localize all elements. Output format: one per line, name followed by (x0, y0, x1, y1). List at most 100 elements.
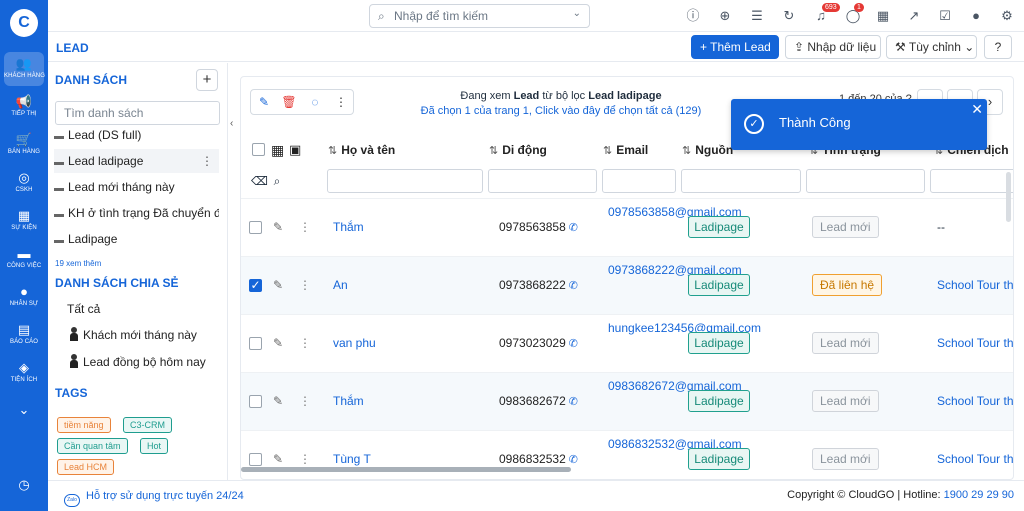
row-checkbox[interactable] (249, 337, 262, 350)
table-row[interactable]: ✓ ✎ ⋮ An 0973868222 ✆ 0973868222@gmail.com Ladi… (241, 256, 1013, 314)
filter-status-input[interactable] (806, 169, 925, 193)
calendar-icon[interactable]: ▦ (875, 8, 891, 24)
list-search-input[interactable] (55, 101, 220, 125)
drag-handle-icon[interactable]: ▬ (54, 203, 68, 225)
drag-handle-icon[interactable]: ▬ (54, 177, 68, 199)
table-row[interactable]: ✎ ⋮ Thắm 0983682672 ✆ 0983682672@gmail.com Lad… (241, 372, 1013, 430)
search-icon[interactable]: ⌕ (269, 173, 285, 189)
row-checkbox[interactable]: ✓ (249, 279, 262, 292)
status-badge[interactable]: Lead mới (812, 216, 879, 238)
more-vertical-icon[interactable]: ⋮ (299, 220, 311, 234)
refresh-icon[interactable]: ↻ (781, 8, 797, 24)
lead-name-link[interactable]: Thắm (333, 394, 364, 408)
list-item[interactable]: ▬ Lead ladipage ⋮ (54, 149, 219, 173)
help-button[interactable]: ? (984, 35, 1012, 59)
list-item[interactable]: ▬ KH ở tình trạng Đã chuyển đổi (54, 201, 219, 225)
filter-campaign-input[interactable] (930, 169, 1013, 193)
history-clock-icon[interactable]: ◷ (0, 477, 48, 493)
campaign-link[interactable]: School Tour tháng 6 (937, 278, 1013, 292)
settings-gear-icon[interactable]: ⚙ (999, 8, 1015, 24)
campaign-link[interactable]: School Tour tháng 6 (937, 394, 1013, 408)
comment-icon[interactable]: ◌ (307, 94, 323, 110)
vertical-scrollbar[interactable] (1006, 172, 1011, 222)
select-all-checkbox[interactable] (252, 143, 265, 156)
filter-name-input[interactable] (327, 169, 483, 193)
close-icon[interactable]: ✕ (971, 101, 983, 118)
more-vertical-icon[interactable]: ⋮ (299, 452, 311, 466)
online-support-link[interactable]: Zalo Hỗ trợ sử dụng trực tuyến 24/24 (64, 490, 244, 507)
shared-all-link[interactable]: Tất cả (67, 302, 100, 316)
table-row[interactable]: ✎ ⋮ Tùng T 0986832532 ✆ 0986832532@gmail.com L… (241, 430, 1013, 479)
list-item[interactable]: ▬ Lead (DS full) (54, 123, 219, 147)
lead-name-link[interactable]: Tùng T (333, 452, 371, 466)
delete-trash-icon[interactable]: 🗑 (281, 94, 297, 110)
rail-item-5[interactable]: ▬ CÔNG VIỆC (0, 242, 48, 276)
phone-call-icon[interactable]: ✆ (569, 280, 578, 292)
lead-name-link[interactable]: Thắm (333, 220, 364, 234)
email-link[interactable]: 0986832532@gmail.com (608, 437, 742, 452)
horizontal-scrollbar[interactable] (241, 467, 571, 472)
more-vertical-icon[interactable]: ⋮ (299, 278, 311, 292)
hotline-number[interactable]: 1900 29 29 90 (944, 489, 1014, 501)
column-header-mobile[interactable]: ⇅ Di động (489, 135, 547, 165)
phone-call-icon[interactable]: ✆ (569, 338, 578, 350)
lead-name-link[interactable]: An (333, 278, 348, 292)
expand-menu-icon[interactable]: ⌄ (0, 402, 48, 418)
phone-call-icon[interactable]: ✆ (569, 222, 578, 234)
filter-source-input[interactable] (681, 169, 801, 193)
user-profile-icon[interactable]: ● (968, 8, 984, 24)
rail-item-3[interactable]: ◎ CSKH (0, 166, 48, 200)
edit-pencil-icon[interactable]: ✎ (273, 336, 283, 350)
info-icon[interactable]: ⓘ (685, 8, 701, 24)
select-all-link[interactable]: Đã chọn 1 của trang 1, Click vào đây để … (401, 104, 721, 119)
collapse-panel-icon[interactable]: ‹ (230, 118, 240, 134)
tag-chip[interactable]: Cần quan tâm (57, 438, 128, 454)
email-link[interactable]: 0978563858@gmail.com (608, 205, 742, 220)
lead-name-link[interactable]: van phu (333, 336, 376, 350)
edit-pencil-icon[interactable]: ✎ (256, 94, 272, 110)
campaign-link[interactable]: School Tour tháng 6 (937, 452, 1013, 466)
rail-item-1[interactable]: 📢 TIẾP THỊ (0, 90, 48, 124)
email-link[interactable]: 0973868222@gmail.com (608, 263, 742, 278)
phone-call-icon[interactable]: ✆ (569, 454, 578, 466)
list-item[interactable]: ▬ Ladipage (54, 227, 219, 251)
column-chooser-icon[interactable]: ▣ (289, 135, 301, 165)
rail-item-8[interactable]: ◈ TIỆN ÍCH (0, 356, 48, 390)
rail-item-0[interactable]: 👥 KHÁCH HÀNG (4, 52, 45, 86)
tag-chip[interactable]: tiềm năng (57, 417, 111, 433)
row-checkbox[interactable] (249, 221, 262, 234)
global-search[interactable]: ⌕ ⌄ (369, 4, 590, 28)
row-checkbox[interactable] (249, 453, 262, 466)
campaign-link[interactable]: School Tour tháng 6 (937, 336, 1013, 350)
tag-chip[interactable]: Hot (140, 438, 169, 454)
clear-filter-eraser-icon[interactable]: ⌫ (251, 173, 268, 189)
phone-call-icon[interactable]: ✆ (569, 396, 578, 408)
row-checkbox[interactable] (249, 395, 262, 408)
table-row[interactable]: ✎ ⋮ van phu 0973023029 ✆ hungkee123456@gmail.… (241, 314, 1013, 372)
drag-handle-icon[interactable]: ▬ (54, 229, 68, 251)
email-link[interactable]: hungkee123456@gmail.com (608, 321, 761, 336)
task-check-icon[interactable]: ☑ (937, 8, 953, 24)
status-badge[interactable]: Lead mới (812, 332, 879, 354)
shared-list-item[interactable]: Khách mới tháng này (69, 327, 197, 342)
bell-icon[interactable]: ♫ 693 (813, 3, 840, 24)
chevron-down-icon[interactable]: ⌄ (573, 8, 581, 19)
list-item[interactable]: ▬ Lead mới tháng này (54, 175, 219, 199)
edit-pencil-icon[interactable]: ✎ (273, 452, 283, 466)
email-link[interactable]: 0983682672@gmail.com (608, 379, 742, 394)
rail-item-7[interactable]: ▤ BÁO CÁO (0, 318, 48, 352)
rail-item-2[interactable]: 🛒 BÁN HÀNG (0, 128, 48, 162)
rail-item-4[interactable]: ▦ SỰ KIỆN (0, 204, 48, 238)
drag-handle-icon[interactable]: ▬ (54, 125, 68, 147)
tag-chip[interactable]: C3-CRM (123, 417, 172, 433)
list-icon[interactable]: ☰ (749, 8, 765, 24)
grid-layout-icon[interactable]: ▦ (271, 135, 284, 165)
more-vertical-icon[interactable]: ⋮ (201, 149, 213, 173)
add-lead-button[interactable]: + Thêm Lead (691, 35, 779, 59)
import-data-button[interactable]: ⇪ Nhập dữ liệu (785, 35, 881, 59)
column-header-name[interactable]: ⇅ Họ và tên (328, 135, 395, 165)
more-vertical-icon[interactable]: ⋮ (299, 336, 311, 350)
drag-handle-icon[interactable]: ▬ (54, 151, 68, 173)
edit-pencil-icon[interactable]: ✎ (273, 220, 283, 234)
shared-list-item[interactable]: Lead đồng bộ hôm nay (69, 354, 206, 369)
